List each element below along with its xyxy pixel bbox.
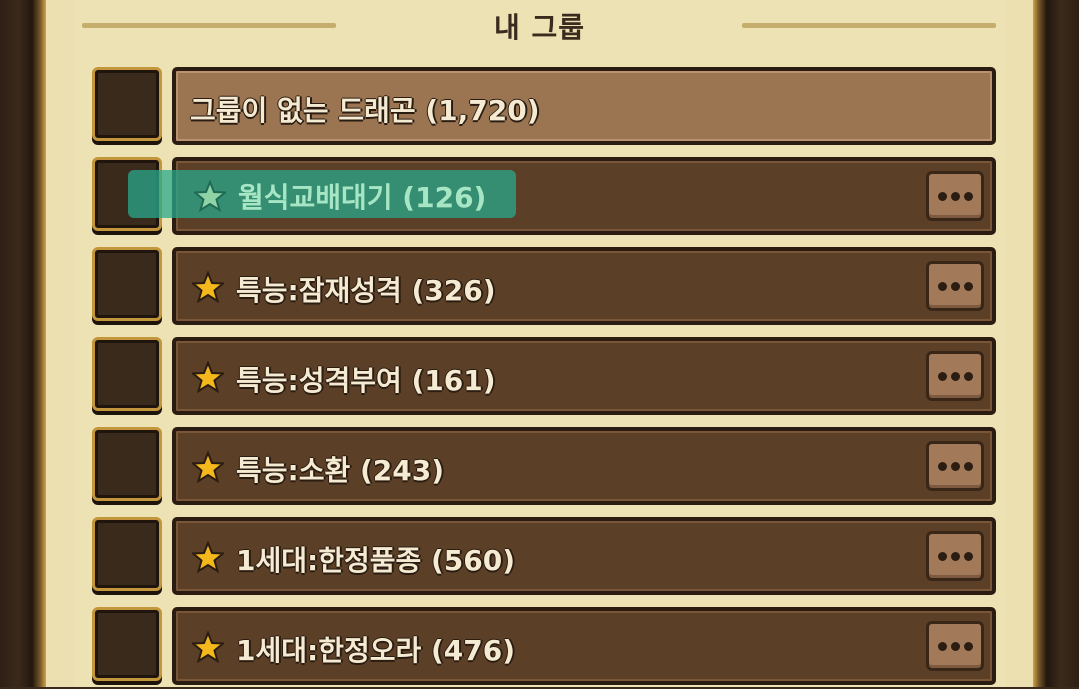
group-row: 1세대:한정오라 (476) — [92, 607, 996, 689]
group-label: 특능:소환 (243) — [236, 454, 445, 487]
group-row: 특능:성격부여 (161) — [92, 337, 996, 419]
star-icon[interactable] — [194, 180, 226, 212]
group-label-highlighted: 월식교배대기 (126) — [238, 181, 487, 214]
group-row: 1세대:한정품종 (560) — [92, 517, 996, 599]
group-button[interactable]: 1세대:한정오라 (476) — [172, 607, 996, 685]
more-options-icon — [937, 551, 947, 561]
more-options-button[interactable] — [926, 261, 984, 311]
more-options-button[interactable] — [926, 351, 984, 401]
group-label: 그룹이 없는 드래곤 (1,720) — [190, 94, 540, 127]
star-icon[interactable] — [192, 361, 224, 393]
star-icon[interactable] — [192, 631, 224, 663]
group-checkbox[interactable] — [92, 517, 162, 591]
more-options-icon — [937, 191, 947, 201]
group-label: 1세대:한정오라 (476) — [236, 634, 516, 667]
group-button-ungrouped[interactable]: 그룹이 없는 드래곤 (1,720) — [172, 67, 996, 145]
more-options-button[interactable] — [926, 621, 984, 671]
group-row: 그룹이 없는 드래곤 (1,720) — [92, 67, 996, 149]
group-panel: 내 그룹 그룹이 없는 드래곤 (1,720) 특능:잠재성격 (326) 특능… — [46, 0, 1033, 687]
group-checkbox[interactable] — [92, 67, 162, 141]
star-icon[interactable] — [192, 271, 224, 303]
panel-title: 내 그룹 — [493, 11, 586, 44]
left-frame — [0, 0, 46, 687]
group-checkbox[interactable] — [92, 337, 162, 411]
group-checkbox[interactable] — [92, 607, 162, 681]
more-options-icon — [937, 641, 947, 651]
right-frame — [1033, 0, 1079, 687]
group-label: 특능:성격부여 (161) — [236, 364, 496, 397]
star-icon[interactable] — [192, 541, 224, 573]
group-row: 특능:잠재성격 (326) — [92, 247, 996, 329]
more-options-button[interactable] — [926, 171, 984, 221]
group-button[interactable]: 1세대:한정품종 (560) — [172, 517, 996, 595]
more-options-icon — [937, 371, 947, 381]
group-button[interactable]: 특능:소환 (243) — [172, 427, 996, 505]
more-options-button[interactable] — [926, 441, 984, 491]
star-icon[interactable] — [192, 451, 224, 483]
group-row: 특능:소환 (243) — [92, 427, 996, 509]
more-options-icon — [937, 461, 947, 471]
group-label: 특능:잠재성격 (326) — [236, 274, 496, 307]
group-label: 1세대:한정품종 (560) — [236, 544, 516, 577]
group-checkbox[interactable] — [92, 427, 162, 501]
group-checkbox[interactable] — [92, 247, 162, 321]
more-options-icon — [937, 281, 947, 291]
more-options-button[interactable] — [926, 531, 984, 581]
group-button[interactable]: 특능:잠재성격 (326) — [172, 247, 996, 325]
group-button[interactable]: 특능:성격부여 (161) — [172, 337, 996, 415]
